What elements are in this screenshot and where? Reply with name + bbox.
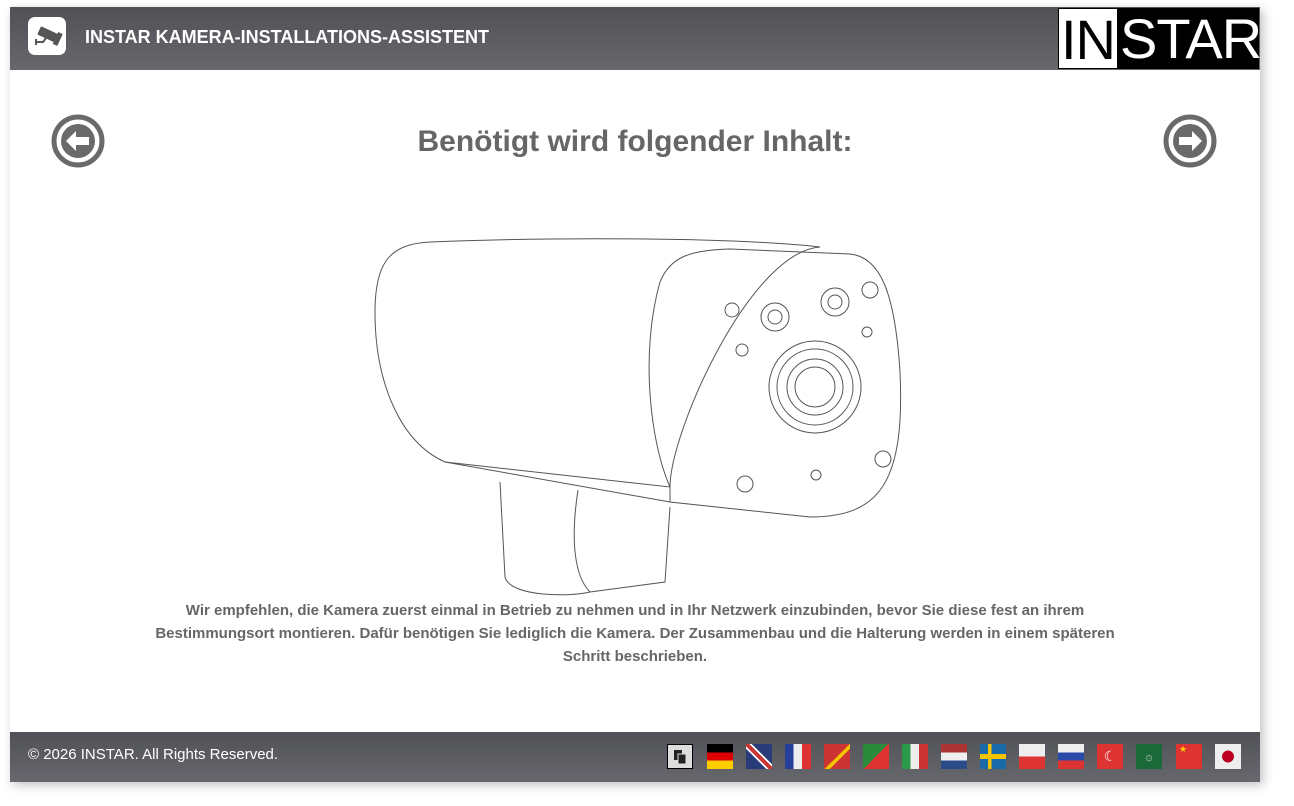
flag-english[interactable]	[746, 744, 772, 769]
flag-chinese[interactable]: ★	[1176, 744, 1202, 769]
footer: © 2026 INSTAR. All Rights Reserved. ☾ ۞ …	[10, 732, 1260, 782]
flag-dutch[interactable]	[941, 744, 967, 769]
camera-illustration	[374, 238, 902, 596]
flag-german[interactable]	[707, 744, 733, 769]
logo-in: IN	[1058, 8, 1118, 70]
flag-turkish[interactable]: ☾	[1097, 744, 1123, 769]
flag-swedish[interactable]	[980, 744, 1006, 769]
flag-russian[interactable]	[1058, 744, 1084, 769]
flag-italian[interactable]	[902, 744, 928, 769]
copyright: © 2026 INSTAR. All Rights Reserved.	[28, 746, 279, 763]
flag-french[interactable]	[785, 744, 811, 769]
description-text: Wir empfehlen, die Kamera zuerst einmal …	[155, 602, 1115, 665]
app-title: INSTAR KAMERA-INSTALLATIONS-ASSISTENT	[85, 27, 489, 47]
page-heading: Benötigt wird folgender Inhalt:	[417, 125, 853, 158]
flag-arabic[interactable]: ۞	[1136, 744, 1162, 769]
flag-portuguese[interactable]	[863, 744, 889, 769]
camera-app-icon	[28, 17, 66, 55]
flag-polish[interactable]	[1019, 744, 1045, 769]
flag-spanish[interactable]	[824, 744, 850, 769]
instar-logo: IN STAR	[1058, 7, 1262, 70]
logo-star: STAR	[1120, 7, 1262, 70]
flag-japanese[interactable]	[1215, 744, 1241, 769]
app-window: INSTAR KAMERA-INSTALLATIONS-ASSISTENT IN…	[10, 7, 1262, 782]
header: INSTAR KAMERA-INSTALLATIONS-ASSISTENT IN…	[10, 7, 1262, 70]
copy-icon[interactable]	[667, 744, 693, 769]
